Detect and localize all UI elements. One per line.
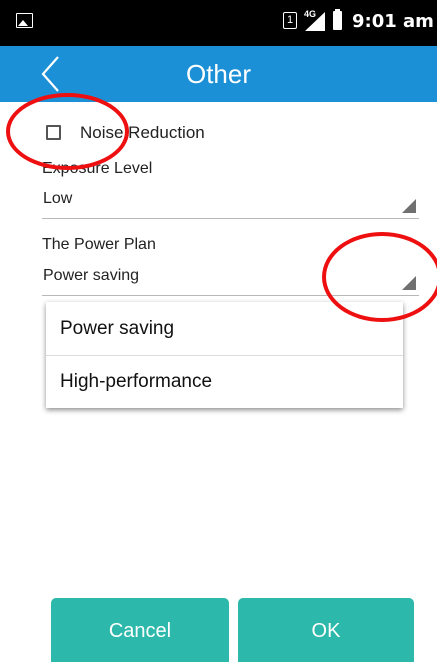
option-high-performance[interactable]: High-performance [46,356,403,408]
power-plan-spinner[interactable]: Power saving [42,259,419,296]
exposure-level-spinner[interactable]: Low [42,182,419,219]
chevron-left-icon [41,56,59,92]
image-notification-icon [16,13,33,28]
dropdown-arrow-icon [402,199,416,213]
cancel-button[interactable]: Cancel [51,598,229,662]
status-time: 9:01 am [352,11,434,32]
exposure-level-value: Low [43,190,73,207]
back-button[interactable] [38,54,78,94]
sim-slot-icon: 1 [283,12,297,29]
status-bar: 1 4G 9:01 am [0,0,437,46]
option-label: Power saving [60,318,175,339]
app-toolbar: Other [0,46,437,102]
noise-reduction-checkbox[interactable] [46,125,61,140]
exposure-level-label: Exposure Level [42,160,153,177]
option-power-saving[interactable]: Power saving [46,303,403,355]
power-plan-dropdown: Power saving High-performance [46,302,403,408]
power-plan-value: Power saving [43,267,140,284]
ok-button[interactable]: OK [238,598,414,662]
dropdown-arrow-icon [402,276,416,290]
power-plan-label: The Power Plan [42,236,156,253]
noise-reduction-label: Noise Reduction [80,123,205,142]
option-label: High-performance [60,371,213,392]
network-type-label: 4G [304,9,317,19]
battery-icon [333,9,342,30]
